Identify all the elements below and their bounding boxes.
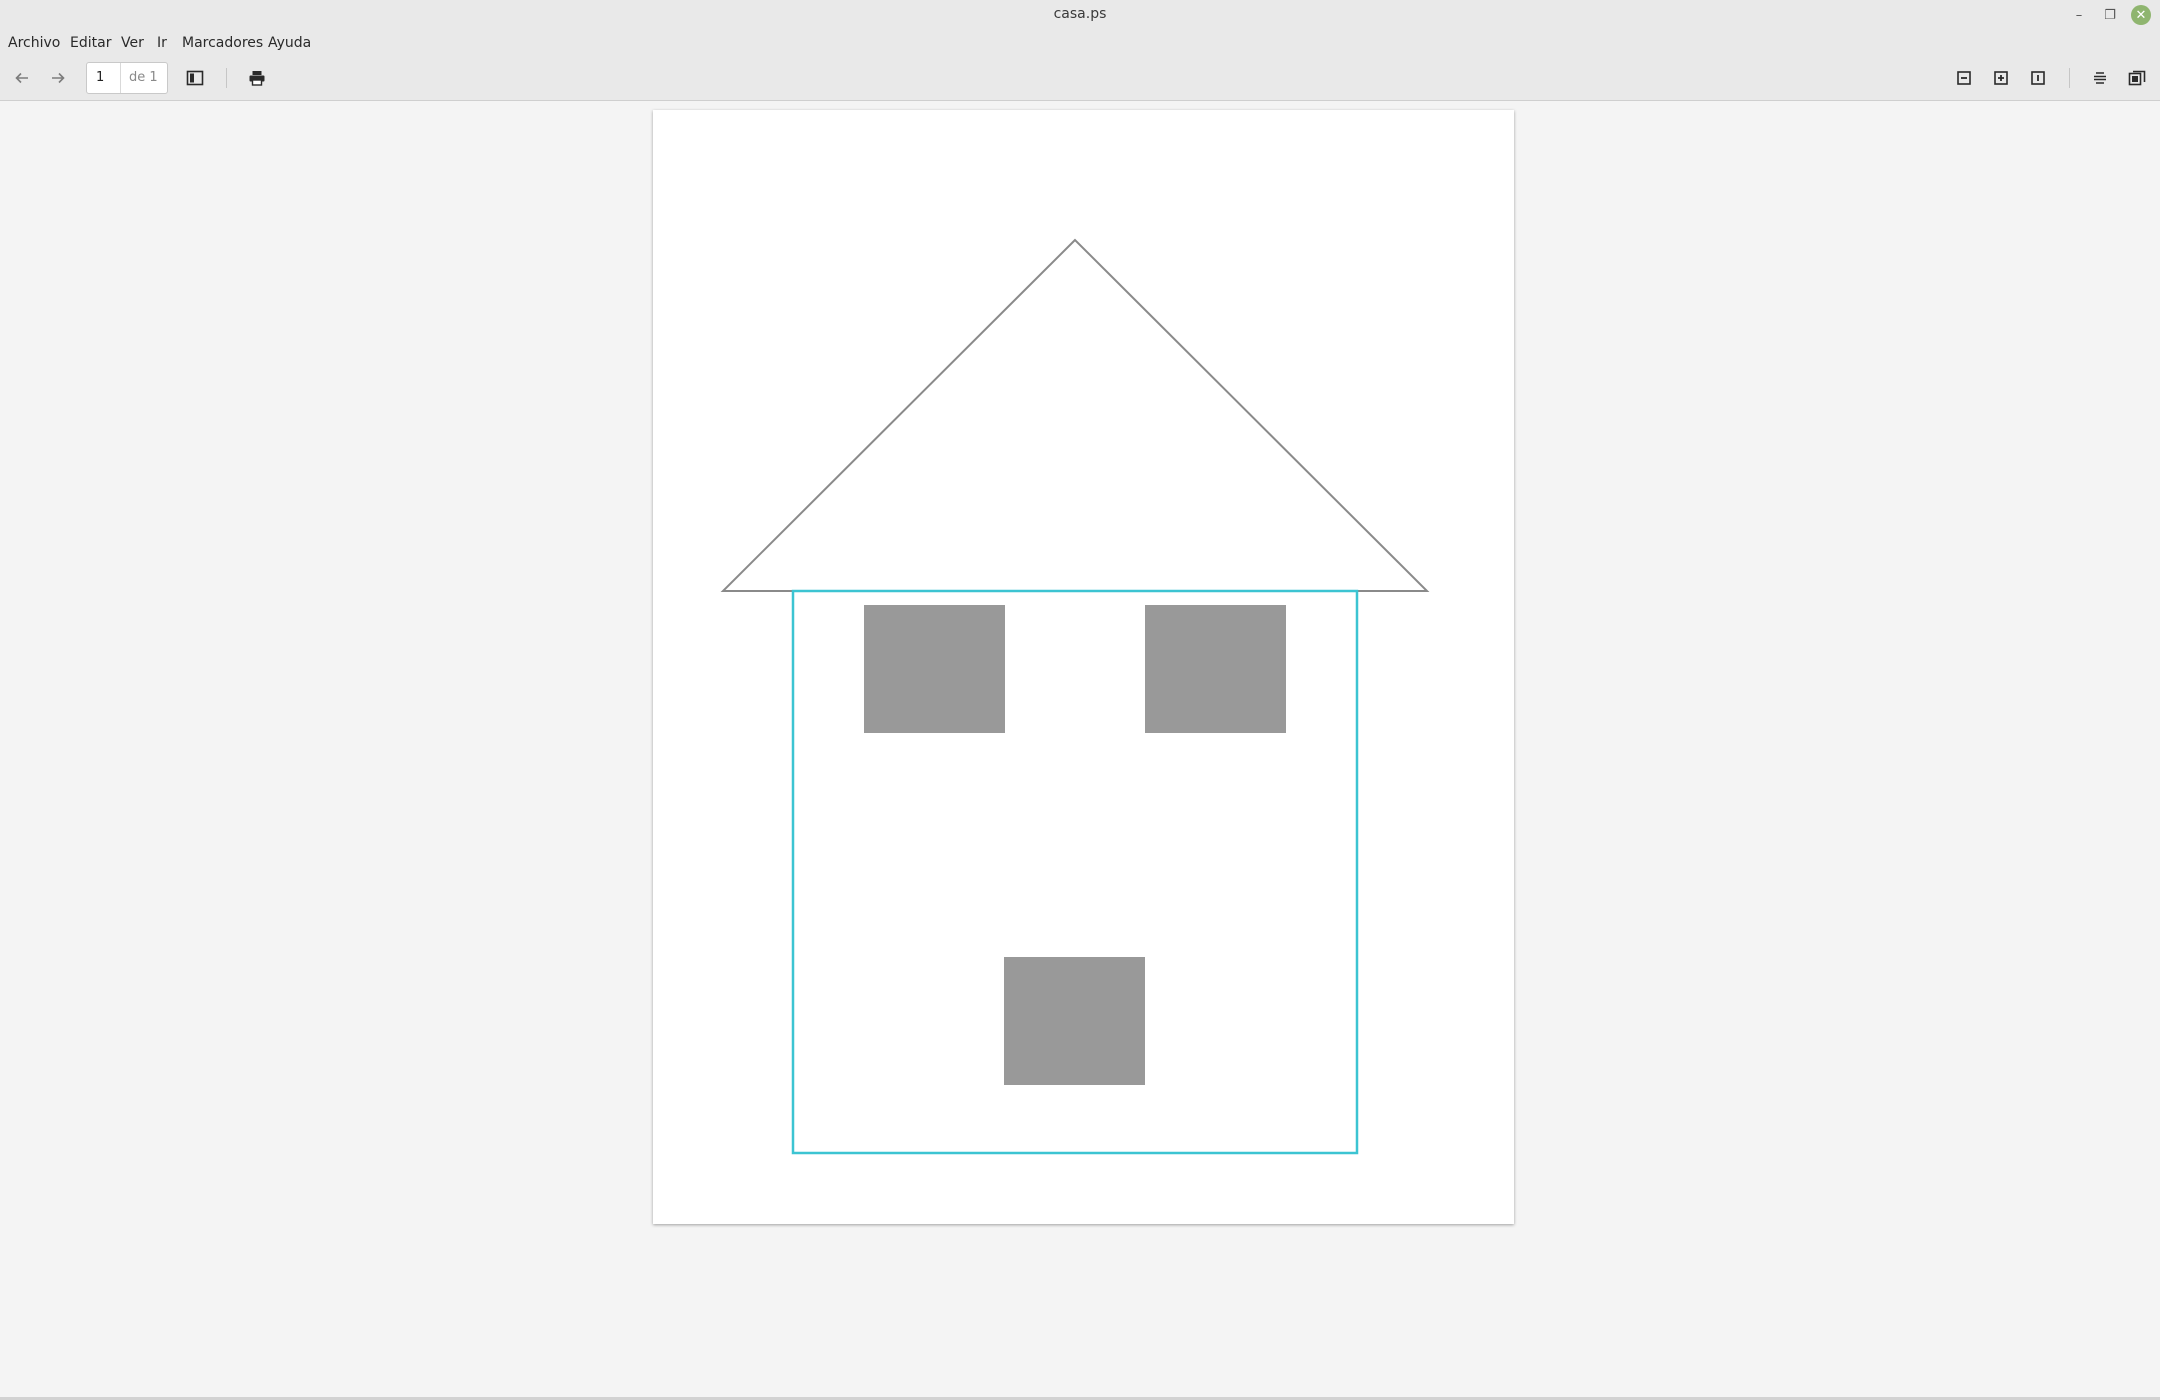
menu-ayuda[interactable]: Ayuda	[268, 35, 311, 51]
menu-ver[interactable]: Ver	[121, 35, 144, 51]
title-bar: casa.ps – ❐ ✕	[0, 0, 2160, 31]
arrow-right-icon	[52, 72, 65, 84]
dual-page-button[interactable]	[2124, 65, 2150, 91]
maximize-button[interactable]: ❐	[2099, 4, 2121, 26]
document-page	[653, 110, 1514, 1224]
forward-button[interactable]	[45, 65, 71, 91]
menu-archivo[interactable]: Archivo	[8, 35, 60, 51]
window-title: casa.ps	[1053, 6, 1107, 22]
door	[1004, 957, 1145, 1085]
current-page-input[interactable]: 1	[87, 63, 121, 93]
zoom-out-icon	[1957, 71, 1971, 85]
menu-bar: Archivo Editar Ver Ir Marcadores Ayuda	[0, 31, 2160, 56]
roof-triangle	[720, 238, 1430, 592]
toolbar-separator	[226, 68, 227, 88]
right-window	[1145, 605, 1286, 733]
back-button[interactable]	[9, 65, 35, 91]
sidebar-toggle-button[interactable]	[182, 65, 208, 91]
minimize-button[interactable]: –	[2068, 4, 2090, 26]
page-count-label: de 1	[129, 70, 158, 85]
zoom-fit-icon	[2031, 71, 2045, 85]
left-window	[864, 605, 1005, 733]
continuous-scroll-icon	[2094, 72, 2106, 84]
arrow-left-icon	[15, 72, 28, 84]
toolbar	[0, 56, 2160, 101]
printer-icon	[249, 71, 265, 86]
print-button[interactable]	[244, 65, 270, 91]
house-drawing	[720, 238, 1430, 1155]
document-viewer-window: casa.ps – ❐ ✕ Archivo Editar Ver Ir Marc…	[0, 0, 2160, 1400]
zoom-fit-button[interactable]	[2025, 65, 2051, 91]
page-number-field[interactable]: 1 de 1	[86, 62, 168, 94]
zoom-out-button[interactable]	[1951, 65, 1977, 91]
zoom-in-button[interactable]	[1988, 65, 2014, 91]
sidebar-toggle-icon	[186, 70, 204, 86]
menu-editar[interactable]: Editar	[70, 35, 111, 51]
close-button[interactable]: ✕	[2131, 5, 2151, 25]
menu-marcadores[interactable]: Marcadores	[182, 35, 263, 51]
menu-ir[interactable]: Ir	[157, 35, 167, 51]
dual-page-icon	[2128, 70, 2146, 86]
continuous-scroll-button[interactable]	[2087, 65, 2113, 91]
zoom-in-icon	[1994, 71, 2008, 85]
toolbar-separator	[2069, 68, 2070, 88]
